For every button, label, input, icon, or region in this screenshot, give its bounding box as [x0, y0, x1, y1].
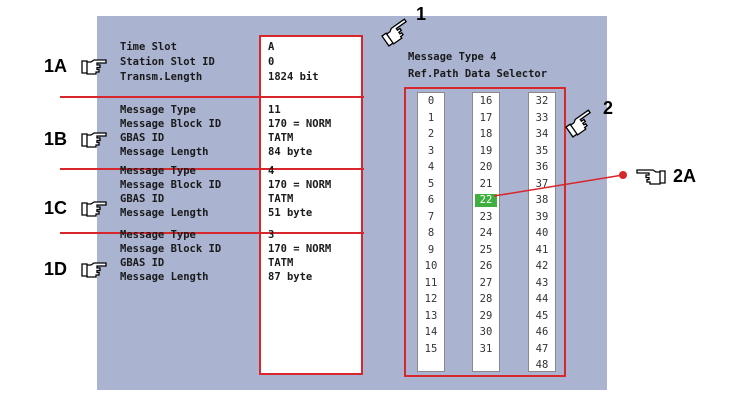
callout-2: 2 — [603, 98, 614, 118]
pointing-hand-icon — [381, 18, 408, 47]
pointing-hand-icon — [565, 109, 592, 138]
callout-1b: 1B — [44, 129, 68, 149]
pointer-line-2a — [493, 174, 624, 197]
callout-2a: 2A — [673, 166, 697, 186]
pointing-hand-icon — [81, 132, 107, 148]
callout-1d: 1D — [44, 259, 68, 279]
pointing-hand-icon — [81, 262, 107, 278]
pointing-hand-icon — [81, 59, 107, 75]
pointer-dot-2a — [619, 171, 627, 179]
callout-1c: 1C — [44, 198, 68, 218]
pointing-hand-icon — [81, 201, 107, 217]
callout-1a: 1A — [44, 56, 68, 76]
callout-lines — [493, 171, 627, 197]
pointing-hand-icon — [636, 169, 666, 185]
callout-1: 1 — [416, 4, 427, 24]
